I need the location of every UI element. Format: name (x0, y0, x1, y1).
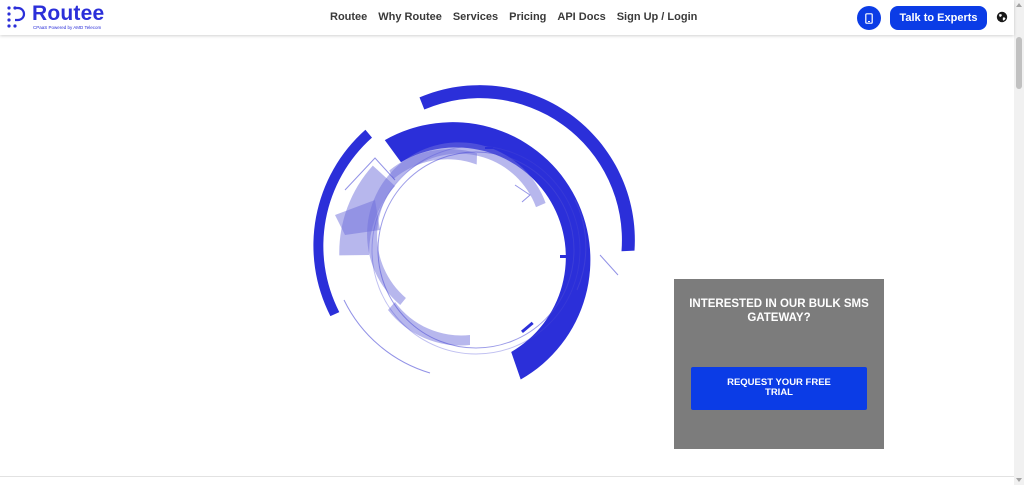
scrollbar[interactable] (1014, 0, 1024, 485)
thin-line-right (599, 254, 619, 276)
inner-ring-bottom (388, 302, 470, 346)
promo-title: INTERESTED IN OUR BULK SMS GATEWAY? (689, 298, 869, 324)
phone-button[interactable] (857, 6, 881, 30)
nav-item-sign-up-login[interactable]: Sign Up / Login (617, 11, 698, 23)
talk-to-experts-button[interactable]: Talk to Experts (890, 6, 987, 30)
thin-arc-bottom (343, 299, 431, 374)
request-free-trial-button[interactable]: REQUEST YOUR FREE TRIAL (691, 367, 867, 410)
nav-item-pricing[interactable]: Pricing (509, 11, 546, 23)
site-header: Routee CPaaS Powered by AMD Telecom Rout… (0, 0, 1014, 35)
promo-card: INTERESTED IN OUR BULK SMS GATEWAY? REQU… (674, 279, 884, 449)
scroll-down-arrow[interactable] (1016, 478, 1022, 482)
nav-item-routee[interactable]: Routee (330, 11, 367, 23)
accent-bar-1 (520, 321, 534, 334)
main-nav: Routee Why Routee Services Pricing API D… (330, 11, 697, 23)
routee-logo[interactable]: Routee CPaaS Powered by AMD Telecom (6, 2, 116, 32)
accent-bar-3 (485, 147, 493, 149)
logo-dots-icon (7, 6, 26, 28)
inner-ring (367, 142, 546, 305)
nav-item-api-docs[interactable]: API Docs (557, 11, 605, 23)
nav-item-services[interactable]: Services (453, 11, 498, 23)
nav-item-why-routee[interactable]: Why Routee (378, 11, 442, 23)
section-divider (0, 476, 1014, 477)
globe-icon[interactable] (996, 11, 1008, 23)
phone-icon (865, 12, 873, 24)
hero-circular-graphic (313, 85, 635, 380)
logo-wordmark: Routee (32, 2, 105, 25)
scroll-thumb[interactable] (1016, 37, 1022, 89)
page: Routee CPaaS Powered by AMD Telecom Rout… (0, 0, 1024, 485)
accent-bar-2 (560, 255, 570, 258)
logo-tagline: CPaaS Powered by AMD Telecom (33, 25, 102, 30)
scroll-up-arrow[interactable] (1016, 3, 1022, 7)
